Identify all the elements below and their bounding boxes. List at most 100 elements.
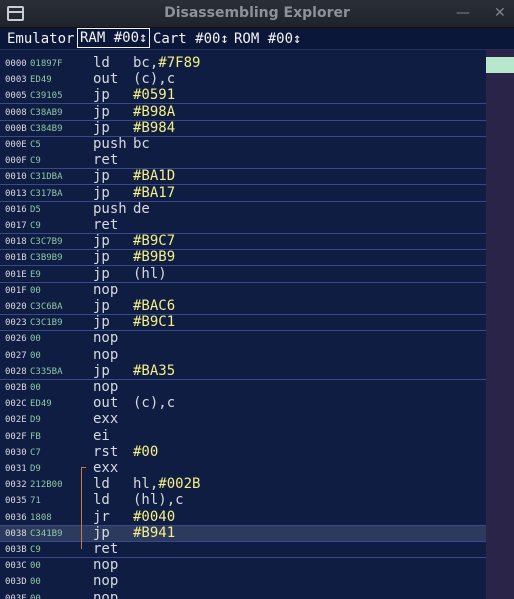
operand-text: (hl),c <box>133 492 184 509</box>
instruction-row[interactable]: 0031 D9 exx <box>0 460 486 477</box>
instruction-bytes: C31DBA <box>30 172 63 183</box>
instruction-address: 001E <box>5 269 27 280</box>
scrollbar-track[interactable] <box>486 50 514 599</box>
instruction-row[interactable]: 001E E9 jp (hl) <box>0 266 486 283</box>
instruction-operand: #B98A <box>133 104 175 120</box>
instruction-bytes: ED49 <box>30 399 52 410</box>
instruction-row[interactable]: 0016 D5 push de <box>0 200 486 218</box>
instruction-operand: (hl),c <box>133 492 184 508</box>
instruction-address: 0031 <box>5 464 27 474</box>
instruction-row[interactable]: 003D 00 nop <box>0 573 486 590</box>
instruction-address: 002E <box>5 415 27 426</box>
instruction-row[interactable]: 0032 212B00 ld hl,#002B <box>0 476 486 493</box>
instruction-bytes: 1808 <box>30 512 52 523</box>
emulator-menu[interactable]: Emulator <box>7 29 74 49</box>
instruction-operand: (hl) <box>133 266 167 282</box>
close-icon[interactable]: ✕ <box>494 5 506 21</box>
operand-text: bc, <box>133 55 159 71</box>
instruction-mnemonic: exx <box>93 411 119 428</box>
instruction-row[interactable]: 0030 C7 rst #00 <box>0 443 486 461</box>
instruction-operand: #B9C1 <box>133 314 175 330</box>
operand-text: (c),c <box>133 71 176 88</box>
instruction-address: 0030 <box>5 447 27 458</box>
instruction-address: 001F <box>5 285 27 296</box>
instruction-operand: #B9B9 <box>133 249 175 265</box>
instruction-mnemonic: nop <box>93 557 119 574</box>
instruction-row[interactable]: 000B C384B9 jp #B984 <box>0 120 486 137</box>
instruction-row[interactable]: 0003 ED49 out (c),c <box>0 71 486 88</box>
scrollbar-thumb[interactable] <box>486 57 514 73</box>
instruction-mnemonic: jp <box>93 87 110 104</box>
instruction-row[interactable]: 0005 C39105 jp #0591 <box>0 87 486 105</box>
instruction-row[interactable]: 0020 C3C6BA jp #BAC6 <box>0 298 486 315</box>
instruction-bytes: C9 <box>30 156 41 167</box>
instruction-address: 0000 <box>5 59 27 69</box>
instruction-row[interactable]: 002C ED49 out (c),c <box>0 395 486 412</box>
instruction-mnemonic: nop <box>93 346 119 363</box>
current-instruction-row[interactable]: 0038 C341B9 jp #B941 <box>0 525 486 542</box>
instruction-row[interactable]: 0036 1808 jr #0040 <box>0 509 486 526</box>
instruction-bytes: 00 <box>30 383 41 393</box>
instruction-mnemonic: rst <box>93 443 119 460</box>
instruction-row[interactable]: 002B 00 nop <box>0 379 486 396</box>
disassembly-listing[interactable]: 0000 01897F ld bc,#7F89 0003 ED49 out (c),c 0005… <box>0 50 486 599</box>
ram-bank-selector[interactable]: RAM #00↕ <box>77 28 151 48</box>
operand-text: de <box>133 200 150 217</box>
instruction-row[interactable]: 000F C9 ret <box>0 152 486 170</box>
rom-bank-selector[interactable]: ROM #00↕ <box>234 29 301 49</box>
instruction-operand: #B984 <box>133 120 175 136</box>
instruction-row[interactable]: 002F FB ei <box>0 428 486 445</box>
instruction-row[interactable]: 003B C9 ret <box>0 541 486 558</box>
instruction-address: 002C <box>5 399 27 410</box>
instruction-address: 0018 <box>5 237 27 248</box>
instruction-mnemonic: jp <box>93 362 110 379</box>
instruction-row[interactable]: 0028 C335BA jp #BA35 <box>0 362 486 380</box>
instruction-address: 0036 <box>5 512 27 523</box>
instruction-row[interactable]: 002E D9 exx <box>0 411 486 428</box>
instruction-row[interactable]: 003E 00 nop <box>0 590 486 599</box>
instruction-operand: bc <box>133 136 150 152</box>
cart-bank-selector[interactable]: Cart #00↕ <box>153 29 229 49</box>
instruction-mnemonic: nop <box>93 330 119 347</box>
instruction-row[interactable]: 001B C3B9B9 jp #B9B9 <box>0 249 486 267</box>
instruction-address: 0020 <box>5 302 27 312</box>
instruction-bytes: C3C7B9 <box>30 237 63 248</box>
operand-number: #B9C7 <box>133 233 176 250</box>
minimize-icon[interactable]: — <box>456 5 470 21</box>
instruction-bytes: D9 <box>30 464 41 474</box>
instruction-row[interactable]: 0010 C31DBA jp #BA1D <box>0 168 486 186</box>
instruction-row[interactable]: 001F 00 nop <box>0 281 486 299</box>
instruction-bytes: C335BA <box>30 366 63 377</box>
instruction-bytes: C3C1B9 <box>30 318 63 329</box>
instruction-mnemonic: nop <box>93 281 119 298</box>
instruction-bytes: D5 <box>30 204 41 215</box>
instruction-row[interactable]: 0018 C3C7B9 jp #B9C7 <box>0 233 486 251</box>
instruction-bytes: 01897F <box>30 59 63 69</box>
operand-number: #0591 <box>133 87 176 104</box>
instruction-row[interactable]: 0035 71 ld (hl),c <box>0 492 486 509</box>
instruction-operand: #BAC6 <box>133 298 175 314</box>
instruction-row[interactable]: 0008 C38AB9 jp #B98A <box>0 103 486 121</box>
instruction-operand: #0591 <box>133 87 175 103</box>
instruction-row[interactable]: 0026 00 nop <box>0 330 486 347</box>
instruction-mnemonic: out <box>93 395 119 412</box>
instruction-address: 000B <box>5 123 27 134</box>
operand-text: bc <box>133 136 150 152</box>
instruction-row[interactable]: 003C 00 nop <box>0 557 486 574</box>
instruction-bytes: 00 <box>30 285 41 296</box>
instruction-bytes: C5 <box>30 140 41 150</box>
instruction-row[interactable]: 0027 00 nop <box>0 346 486 364</box>
instruction-row[interactable]: 000E C5 push bc <box>0 136 486 153</box>
instruction-row[interactable]: 0000 01897F ld bc,#7F89 <box>0 55 486 72</box>
instruction-address: 0035 <box>5 496 27 507</box>
instruction-address: 0038 <box>5 528 27 539</box>
instruction-row[interactable]: 0023 C3C1B9 jp #B9C1 <box>0 314 486 332</box>
instruction-mnemonic: jp <box>93 103 110 120</box>
instruction-mnemonic: nop <box>93 379 119 395</box>
instruction-address: 0028 <box>5 366 27 377</box>
instruction-mnemonic: jp <box>93 298 110 314</box>
memory-selector-bar: Emulator RAM #00↕ Cart #00↕ ROM #00↕ <box>0 28 514 50</box>
instruction-row[interactable]: 0017 C9 ret <box>0 217 486 234</box>
instruction-row[interactable]: 0013 C317BA jp #BA17 <box>0 185 486 202</box>
instruction-address: 0013 <box>5 188 27 199</box>
